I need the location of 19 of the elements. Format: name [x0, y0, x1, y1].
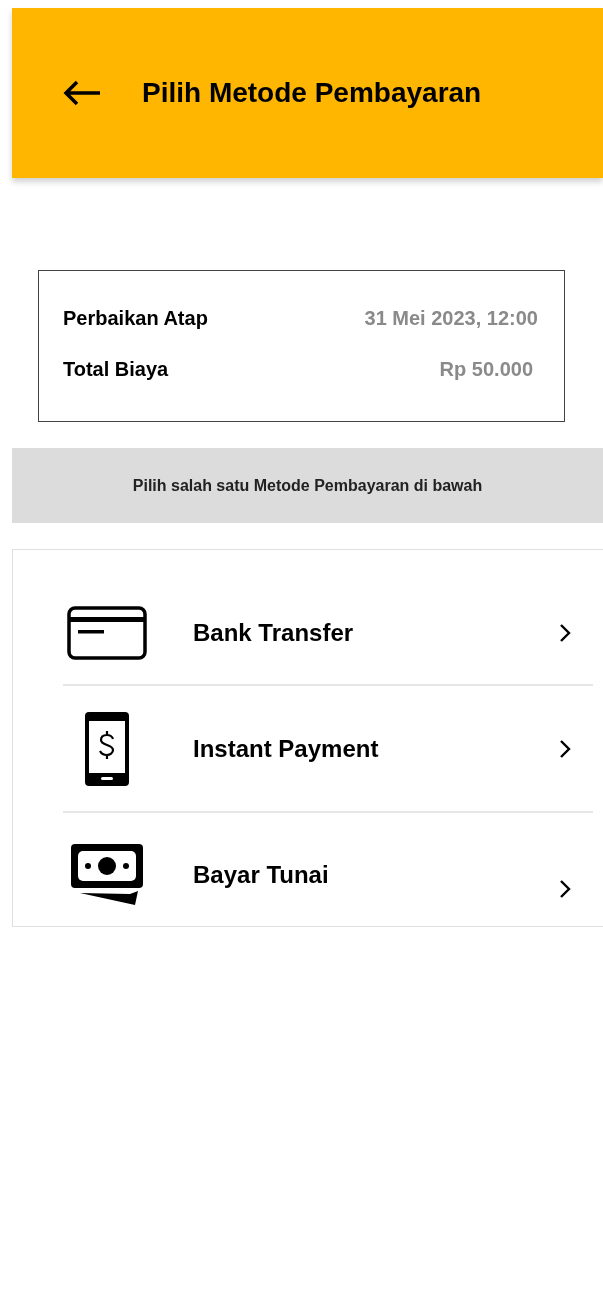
smartphone-dollar-icon — [84, 710, 130, 787]
instruction-text: Pilih salah satu Metode Pembayaran di bawah — [132, 476, 483, 495]
service-datetime: 31 Mei 2023, 12:00 — [364, 307, 538, 330]
payment-method-label: Bank Transfer — [193, 619, 355, 647]
payment-method-label: Bayar Tunai — [193, 861, 330, 889]
payment-method-item[interactable]: Instant Payment — [63, 686, 593, 813]
chevron-right-icon — [559, 738, 571, 759]
chevron-right-icon — [559, 623, 571, 643]
total-amount: Rp 50.000 — [439, 358, 533, 381]
total-label: Total Biaya — [63, 358, 169, 381]
chevron-right-icon — [559, 879, 571, 899]
back-arrow-icon[interactable] — [62, 79, 102, 107]
screen-title: Pilih Metode Pembayaran — [142, 77, 482, 109]
payment-method-label: Instant Payment — [193, 734, 380, 763]
cash-icon — [70, 843, 144, 907]
payment-method-item[interactable]: Bayar Tunai — [63, 813, 593, 937]
service-name: Perbaikan Atap — [63, 307, 208, 330]
payment-method-item[interactable]: Bank Transfer — [63, 590, 593, 686]
credit-card-icon — [67, 606, 147, 660]
